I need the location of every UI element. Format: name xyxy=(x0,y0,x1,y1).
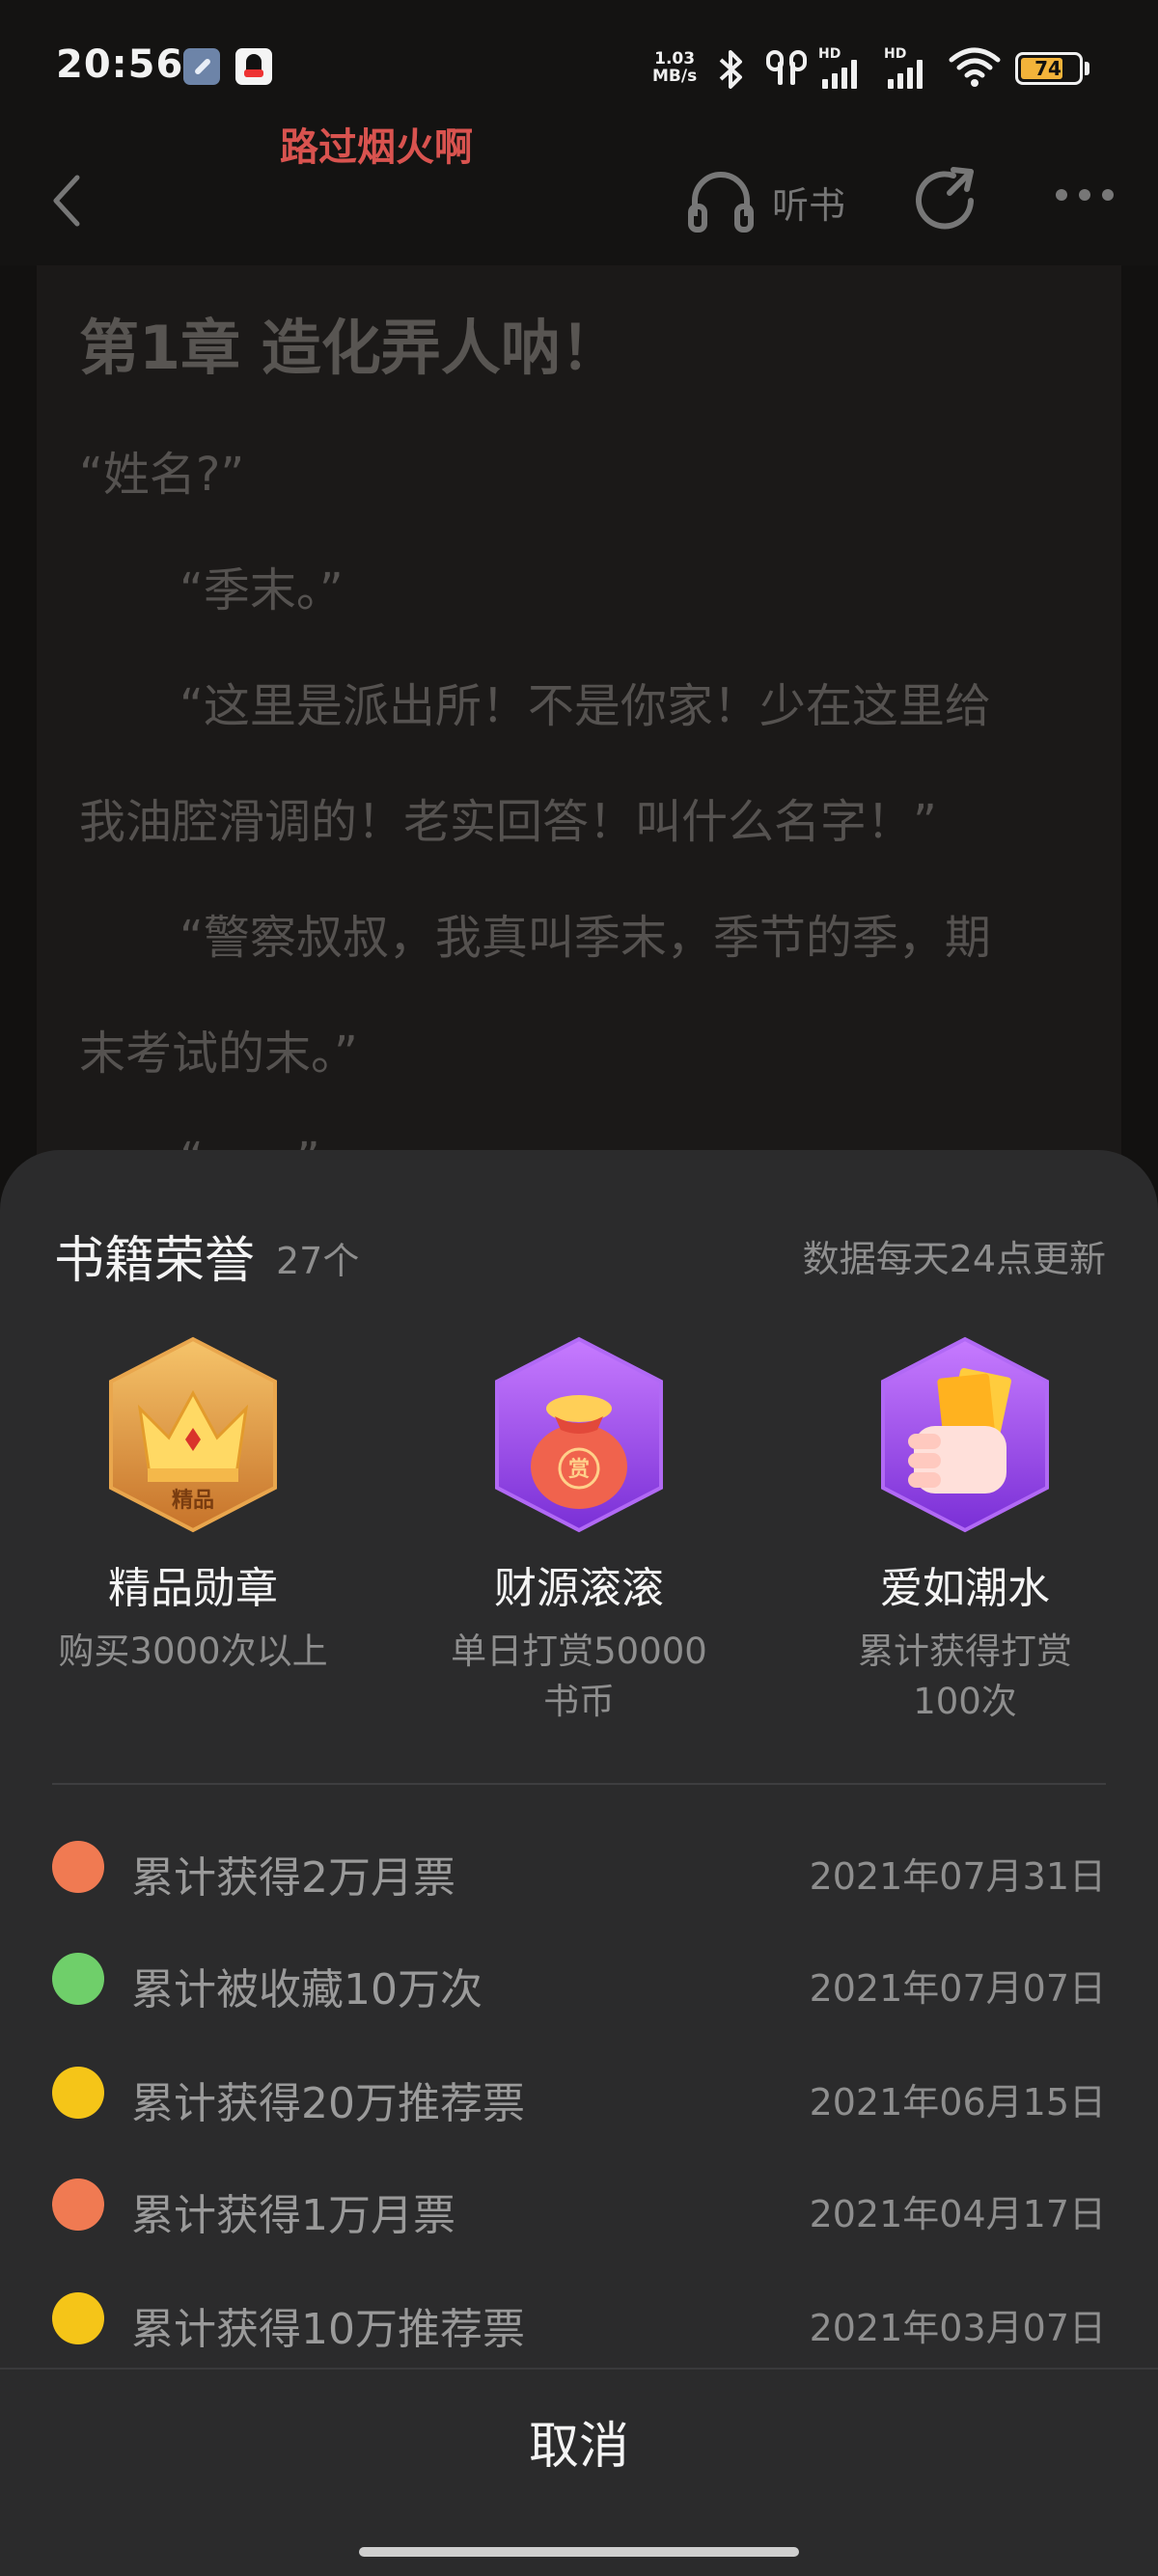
more-icon[interactable] xyxy=(1056,189,1114,201)
battery-icon: 74 xyxy=(1015,52,1083,85)
back-icon[interactable] xyxy=(50,172,83,230)
list-item: 累计获得10万推荐票 2021年03月07日 xyxy=(52,2281,1106,2358)
paragraph: 我油腔滑调的！老实回答！叫什么名字！” xyxy=(79,795,937,849)
reader-header: 听书 xyxy=(0,135,1158,265)
sheet-title: 书籍荣誉 xyxy=(54,1232,256,1290)
paragraph: “这里是派出所！不是你家！少在这里给 xyxy=(179,679,991,733)
status-time: 20:56 xyxy=(56,42,184,87)
ticket-icon xyxy=(52,1841,104,1893)
badge-desc: 单日打赏50000书币 xyxy=(451,1631,707,1722)
honor-count: 27个 xyxy=(276,1240,360,1282)
honor-date: 2021年03月07日 xyxy=(809,2307,1106,2349)
wrench-icon xyxy=(183,48,220,85)
ticket-icon xyxy=(52,2179,104,2231)
star-icon xyxy=(52,1953,104,2005)
badge-premium-icon-text: 精品 xyxy=(172,1488,214,1513)
badge-premium[interactable]: 精品 精品勋章 购买3000次以上 xyxy=(29,1333,357,1677)
wifi-icon xyxy=(949,47,1001,87)
chapter-title: 第1章 造化弄人呐！ xyxy=(79,313,620,383)
cancel-button[interactable]: 取消 xyxy=(0,2370,1158,2524)
recommend-ticket-icon xyxy=(52,2292,104,2344)
divider xyxy=(52,1783,1106,1785)
badge-desc: 购买3000次以上 xyxy=(58,1631,328,1672)
qq-icon xyxy=(235,48,272,85)
network-speed: 1.03 MB/s xyxy=(652,49,698,86)
honor-date: 2021年04月17日 xyxy=(809,2193,1106,2235)
badge-name: 爱如潮水 xyxy=(880,1564,1050,1613)
recommend-ticket-icon xyxy=(52,2067,104,2119)
honor-date: 2021年07月07日 xyxy=(809,1967,1106,2010)
badge-name: 精品勋章 xyxy=(108,1564,278,1613)
paragraph: 末考试的末。” xyxy=(79,1027,358,1081)
honor-label: 累计获得20万推荐票 xyxy=(131,2079,525,2128)
honor-label: 累计获得10万推荐票 xyxy=(131,2305,525,2354)
bluetooth-icon xyxy=(719,50,742,89)
share-icon[interactable] xyxy=(911,164,982,235)
list-item: 累计获得20万推荐票 2021年06月15日 xyxy=(52,2055,1106,2132)
book-honor-sheet: 书籍荣誉 27个 数据每天24点更新 精品 精品勋章 购买3000次以上 赏 财… xyxy=(0,1150,1158,2576)
badge-desc: 累计获得打赏100次 xyxy=(858,1631,1072,1722)
list-item: 累计被收藏10万次 2021年07月07日 xyxy=(52,1941,1106,2018)
badge-love-tide[interactable]: 爱如潮水 累计获得打赏100次 xyxy=(801,1333,1129,1727)
money-bag-badge-icon: 赏 xyxy=(495,1336,663,1533)
honor-date: 2021年07月31日 xyxy=(809,1855,1106,1898)
paragraph: “季末。” xyxy=(179,563,344,617)
cancel-bar: 取消 xyxy=(0,2368,1158,2526)
fist-money-badge-icon xyxy=(881,1336,1049,1533)
crown-badge-icon: 精品 xyxy=(109,1336,277,1533)
status-bar: 20:56 1.03 MB/s HD HD 74 xyxy=(0,0,1158,135)
honor-label: 累计获得2万月票 xyxy=(131,1853,455,1903)
list-item: 累计获得1万月票 2021年04月17日 xyxy=(52,2167,1106,2244)
honor-label: 累计被收藏10万次 xyxy=(131,1965,482,2014)
list-item: 累计获得2万月票 2021年07月31日 xyxy=(52,1829,1106,1906)
honor-label: 累计获得1万月票 xyxy=(131,2191,455,2240)
badge-name: 财源滚滚 xyxy=(494,1564,664,1613)
earbuds-icon xyxy=(766,50,807,85)
honor-date: 2021年06月15日 xyxy=(809,2081,1106,2124)
home-indicator[interactable] xyxy=(359,2547,799,2557)
author-name: 路过烟火啊 xyxy=(280,125,473,170)
paragraph: “姓名?” xyxy=(79,448,245,502)
badge-wealth-icon-text: 赏 xyxy=(568,1458,590,1482)
update-note: 数据每天24点更新 xyxy=(802,1238,1106,1280)
paragraph: “警察叔叔，我真叫季末，季节的季，期 xyxy=(179,911,991,965)
badge-wealth[interactable]: 赏 财源滚滚 单日打赏50000书币 xyxy=(415,1333,743,1727)
listen-button[interactable]: 听书 xyxy=(772,176,845,229)
reader-page xyxy=(37,265,1121,1230)
headphones-icon[interactable] xyxy=(685,164,757,235)
